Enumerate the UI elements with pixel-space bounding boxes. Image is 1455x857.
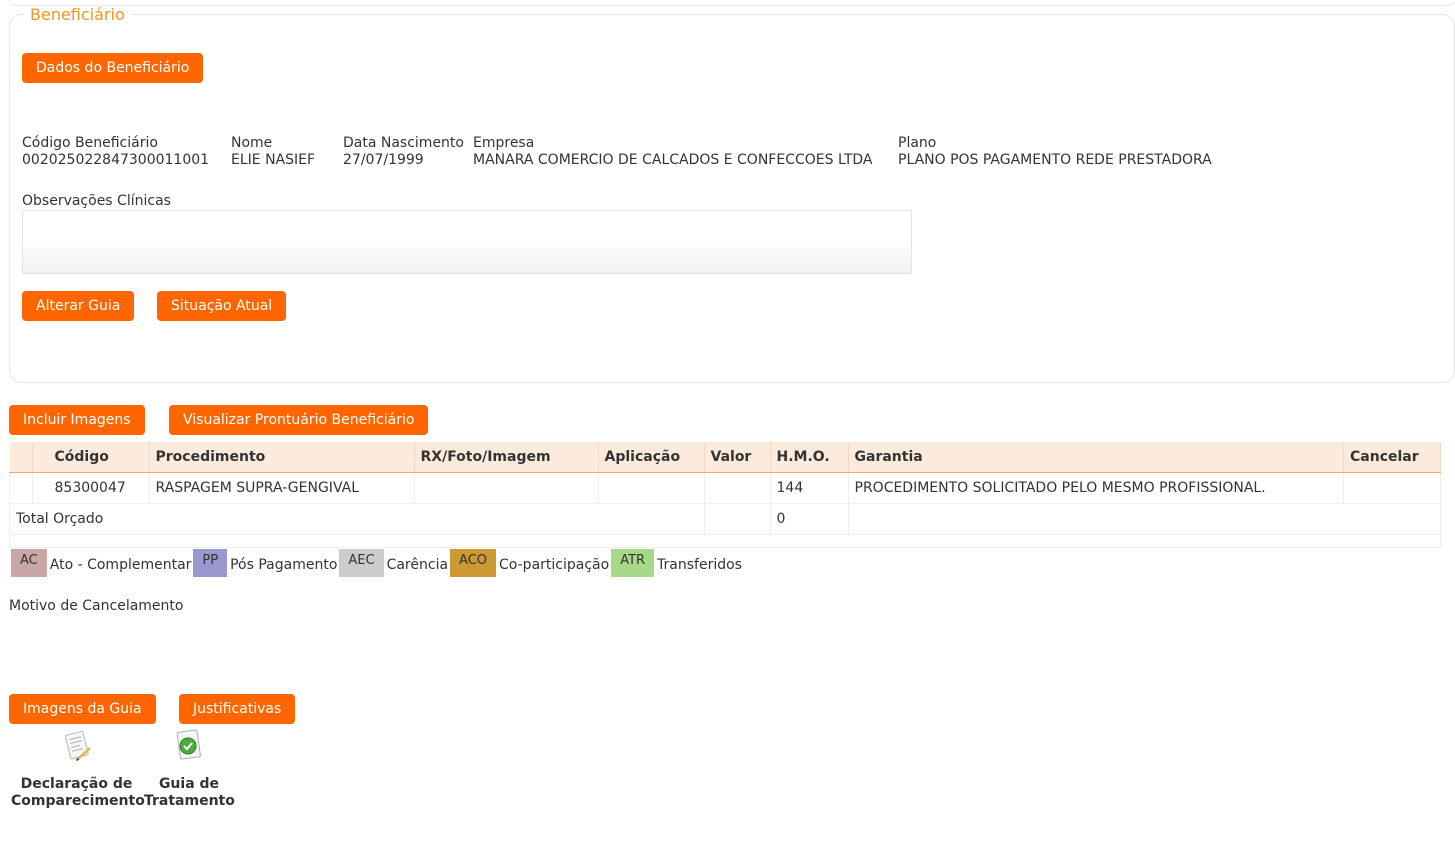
cell-cancelar[interactable] bbox=[1343, 472, 1441, 504]
legend-aco-label: Co-participação bbox=[499, 557, 610, 573]
legend-atr-label: Transferidos bbox=[657, 557, 742, 573]
header-rx: RX/Foto/Imagem bbox=[414, 442, 599, 473]
imagens-guia-button[interactable]: Imagens da Guia bbox=[9, 694, 156, 724]
data-nascimento-label: Data Nascimento bbox=[343, 135, 464, 151]
empresa-value: MANARA COMERCIO DE CALCADOS E CONFECCOES… bbox=[473, 152, 873, 168]
header-marker bbox=[9, 442, 33, 473]
header-cancelar: Cancelar bbox=[1343, 442, 1441, 473]
codigo-beneficiario-field: Código Beneficiário 00202502284730001​10… bbox=[22, 135, 209, 169]
legend-pp-swatch: PP bbox=[193, 549, 228, 577]
row-marker bbox=[9, 472, 33, 504]
total-label: Total Orçado bbox=[9, 503, 705, 535]
justificativas-button[interactable]: Justificativas bbox=[179, 694, 296, 724]
legend-pp-label: Pós Pagamento bbox=[230, 557, 338, 573]
nome-value: ELIE NASIEF bbox=[231, 152, 316, 168]
visualizar-prontuario-button[interactable]: Visualizar Prontuário Beneficiário bbox=[169, 405, 429, 435]
declaracao-comparecimento-link[interactable]: Declaração de Comparecimento bbox=[11, 728, 145, 810]
declaracao-line2: Comparecimento bbox=[11, 793, 145, 809]
table-footer bbox=[9, 534, 1441, 548]
header-aplicacao: Aplicação bbox=[598, 442, 705, 473]
nome-field: Nome ELIE NASIEF bbox=[231, 135, 315, 169]
table-row: 85300047 RASPAGEM SUPRA-GENGIVAL 144 PRO… bbox=[9, 472, 1441, 504]
plano-field: Plano PLANO POS PAGAMENTO REDE PRESTADOR… bbox=[898, 135, 1212, 169]
situacao-atual-button[interactable]: Situação Atual bbox=[157, 291, 287, 321]
total-empty bbox=[847, 503, 1441, 535]
cell-garantia: PROCEDIMENTO SOLICITADO PELO MESMO PROFI… bbox=[847, 472, 1344, 504]
codigo-beneficiario-label: Código Beneficiário bbox=[22, 135, 158, 151]
legend-ac-label: Ato - Complementar bbox=[49, 557, 192, 573]
total-hmo: 0 bbox=[769, 503, 849, 535]
header-codigo: Código bbox=[32, 442, 150, 473]
codigo-beneficiario-value: 00202502284730001​1001 bbox=[22, 152, 210, 168]
legend-aec-swatch: AEC bbox=[339, 549, 384, 577]
header-hmo: H.M.O. bbox=[770, 442, 849, 473]
legend-aec-label: Carência bbox=[386, 557, 449, 573]
cell-procedimento: RASPAGEM SUPRA-GENGIVAL bbox=[148, 472, 415, 504]
empresa-field: Empresa MANARA COMERCIO DE CALCADOS E CO… bbox=[473, 135, 873, 169]
total-row: Total Orçado 0 bbox=[9, 503, 1441, 535]
alterar-guia-button[interactable]: Alterar Guia bbox=[22, 291, 135, 321]
nome-label: Nome bbox=[231, 135, 273, 151]
empresa-label: Empresa bbox=[473, 135, 535, 151]
legend-ac-swatch: AC bbox=[11, 549, 47, 577]
document-edit-icon bbox=[59, 728, 95, 764]
observacoes-textarea[interactable] bbox=[22, 210, 912, 274]
dados-beneficiario-button[interactable]: Dados do Beneficiário bbox=[22, 53, 204, 83]
beneficiario-panel: Beneficiário bbox=[9, 5, 1455, 383]
legend-aco-swatch: ACO bbox=[450, 549, 497, 577]
plano-value: PLANO POS PAGAMENTO REDE PRESTADORA bbox=[898, 152, 1212, 168]
header-procedimento: Procedimento bbox=[149, 442, 415, 473]
cell-valor bbox=[703, 472, 771, 504]
observacoes-label: Observações Clínicas bbox=[22, 193, 171, 209]
procedures-table: Código Procedimento RX/Foto/Imagem Aplic… bbox=[9, 442, 1441, 548]
beneficiario-legend: Beneficiário bbox=[30, 5, 125, 24]
motivo-cancelamento-label: Motivo de Cancelamento bbox=[9, 598, 184, 614]
plano-label: Plano bbox=[898, 135, 937, 151]
guia-line1: Guia de bbox=[158, 776, 220, 792]
cell-codigo: 85300047 bbox=[31, 472, 150, 504]
document-check-icon bbox=[171, 728, 207, 764]
incluir-imagens-button[interactable]: Incluir Imagens bbox=[9, 405, 145, 435]
table-footer-row bbox=[9, 534, 1441, 548]
guia-tratamento-link[interactable]: Guia de Tratamento bbox=[144, 728, 235, 810]
header-garantia: Garantia bbox=[848, 442, 1344, 473]
data-nascimento-value: 27/07/1999 bbox=[343, 152, 424, 168]
cell-aplicacao bbox=[597, 472, 705, 504]
status-legend: AC Ato - Complementar PP Pós Pagamento A… bbox=[11, 549, 744, 577]
guia-line2: Tratamento bbox=[144, 793, 235, 809]
cell-hmo: 144 bbox=[769, 472, 849, 504]
declaracao-line1: Declaração de bbox=[20, 776, 133, 792]
header-valor: Valor bbox=[704, 442, 771, 473]
data-nascimento-field: Data Nascimento 27/07/1999 bbox=[343, 135, 464, 169]
legend-atr-swatch: ATR bbox=[611, 549, 655, 577]
total-valor bbox=[703, 503, 771, 535]
table-header-row: Código Procedimento RX/Foto/Imagem Aplic… bbox=[9, 442, 1441, 473]
cell-rx bbox=[413, 472, 599, 504]
